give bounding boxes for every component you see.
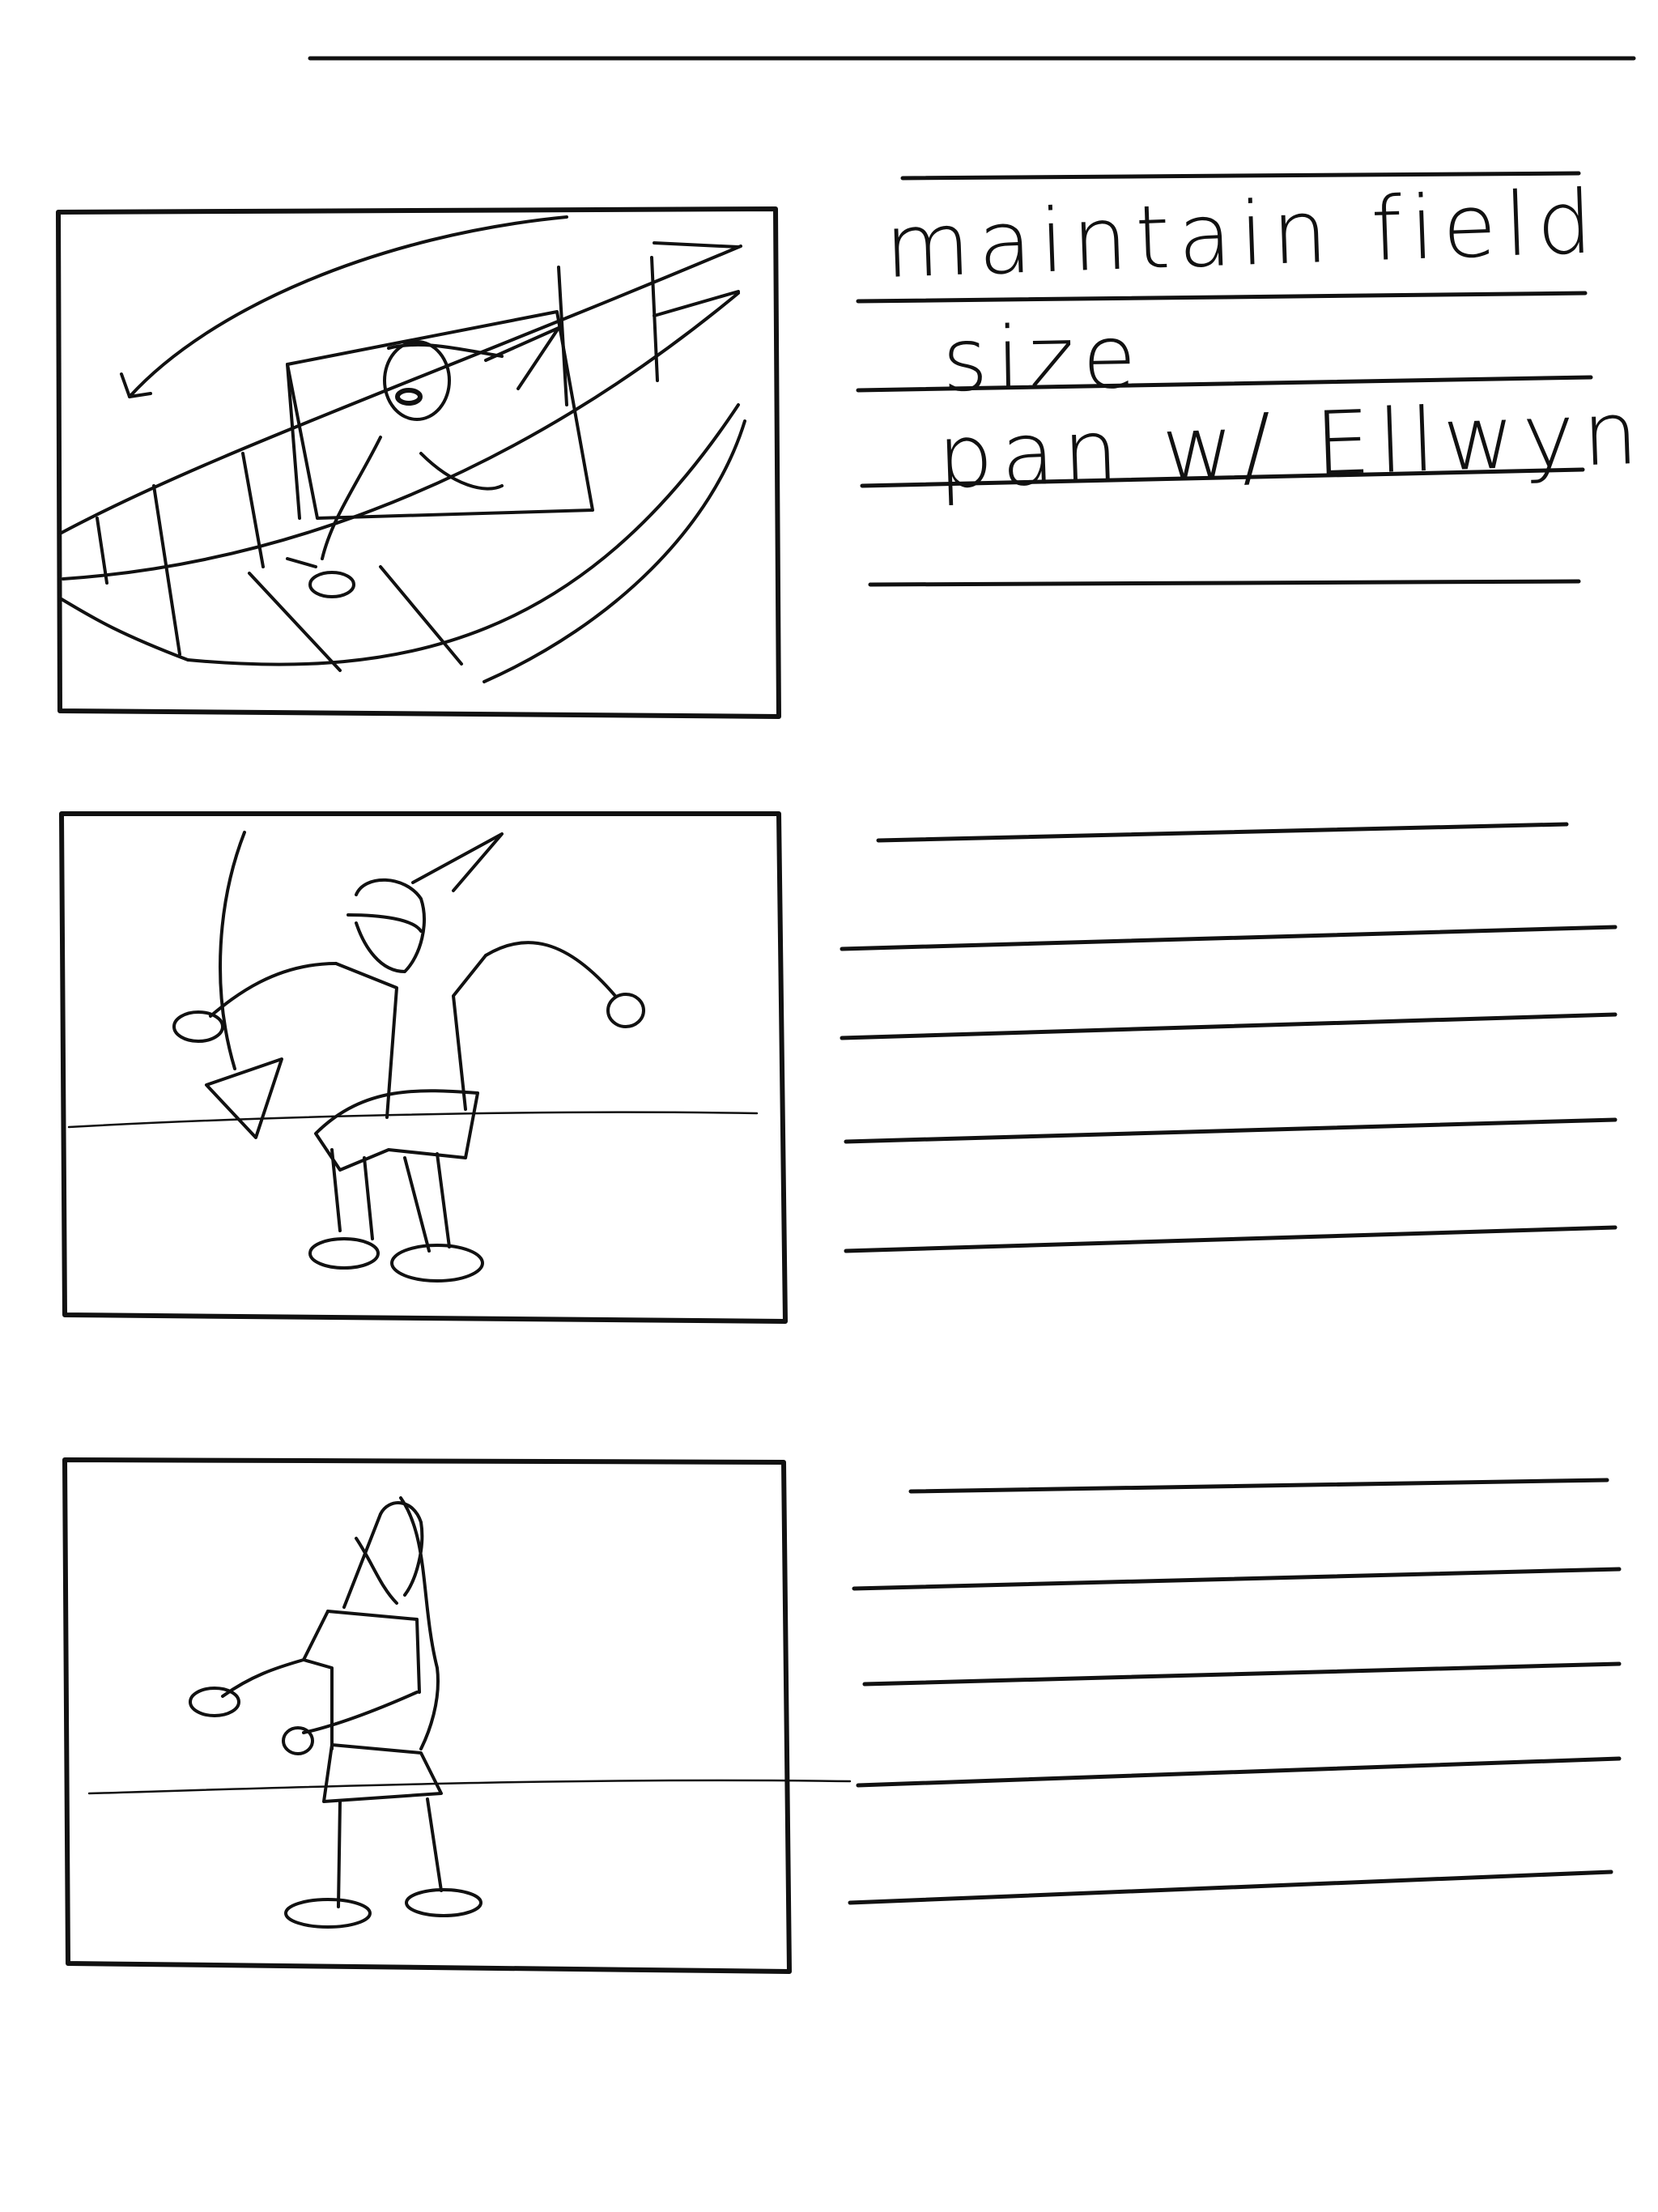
panel-sketch-character-standing [87, 1496, 852, 1929]
panel-2-note-lines [840, 822, 1618, 1253]
storyboard-panel-2 [59, 811, 788, 1324]
panel-frame [56, 206, 781, 719]
storyboard-sheet [56, 56, 1636, 1974]
storyboard-panel-3 [62, 1457, 852, 1974]
panel-3-note-lines [848, 1478, 1622, 1905]
storyboard-panel-1 [56, 206, 781, 719]
panel-sketch-character-stance [67, 831, 759, 1283]
panel-frame [62, 1457, 792, 1974]
panel-sketch-stadium [60, 215, 746, 683]
panel-1-note-line-2: size [941, 306, 1146, 411]
panel-1-note-line-1: maintain field [882, 172, 1602, 298]
panel-1-note-line-3: pan w/ Ellwyn [935, 382, 1648, 508]
